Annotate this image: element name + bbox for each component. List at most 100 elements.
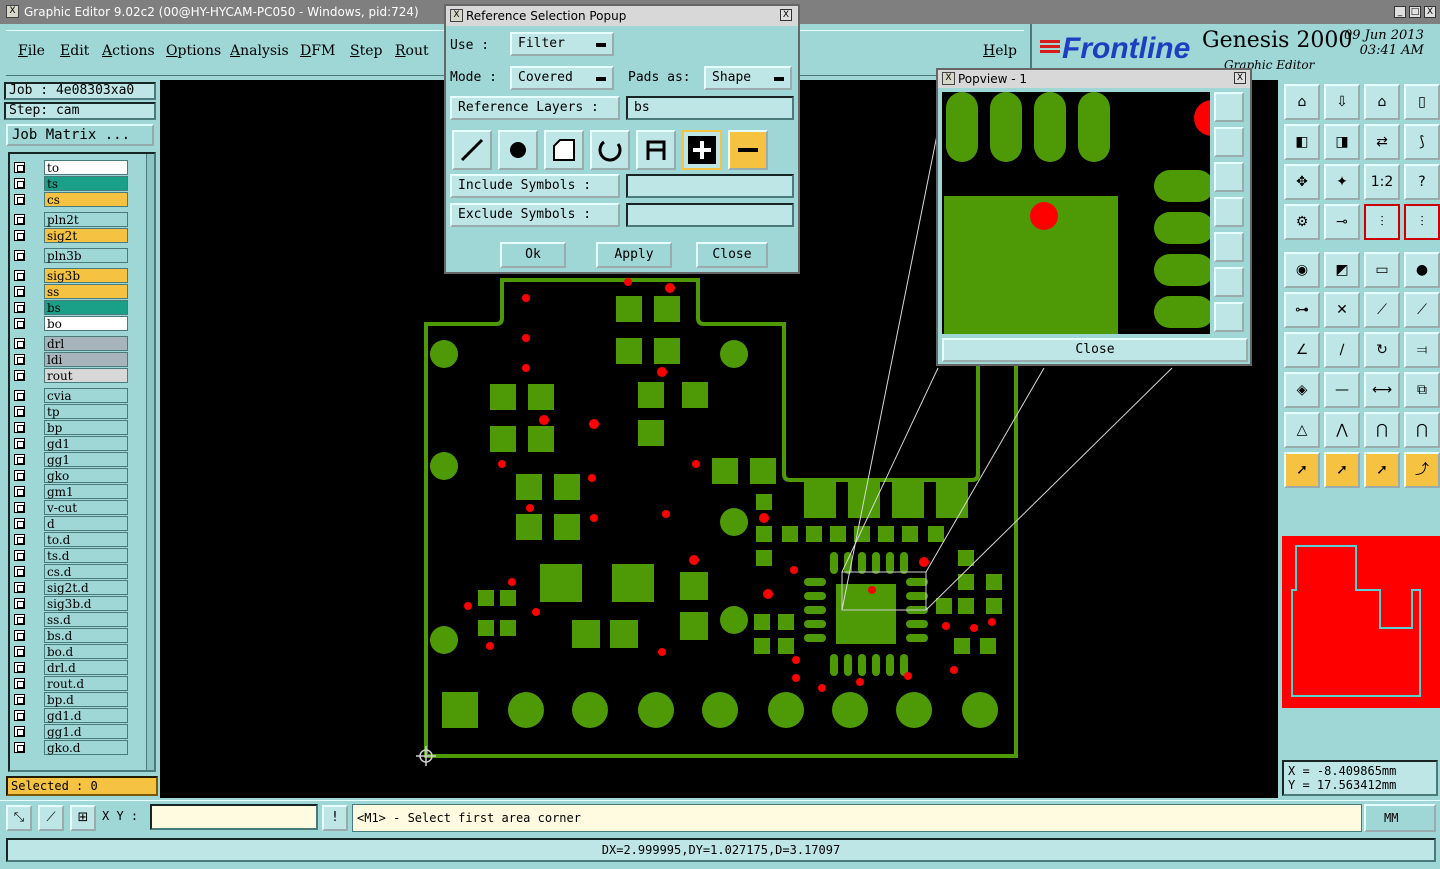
- popview-close-x[interactable]: X: [1234, 72, 1246, 84]
- layer-row[interactable]: to.d: [10, 532, 130, 547]
- save-icon[interactable]: ⇩: [1324, 84, 1360, 120]
- layer-checkbox[interactable]: [14, 286, 25, 297]
- open-icon[interactable]: ⌂: [1364, 84, 1400, 120]
- split-icon[interactable]: ⫤: [1404, 332, 1440, 368]
- layer-checkbox[interactable]: [14, 318, 25, 329]
- layer-row[interactable]: cvia: [10, 388, 130, 403]
- select-path-icon[interactable]: ⤴: [1404, 452, 1440, 488]
- zoom-center-icon[interactable]: ✦: [1324, 164, 1360, 200]
- arc-shape-icon[interactable]: [590, 130, 630, 170]
- job-matrix-button[interactable]: Job Matrix ...: [6, 124, 154, 146]
- layer-compare2-icon[interactable]: ⫶: [1404, 204, 1440, 240]
- alert-icon[interactable]: !: [322, 805, 348, 831]
- triangle-icon[interactable]: △: [1284, 412, 1320, 448]
- layer-checkbox[interactable]: [14, 502, 25, 513]
- probe-icon[interactable]: ⊸: [1324, 204, 1360, 240]
- layer-row[interactable]: tp: [10, 404, 130, 419]
- layer-checkbox[interactable]: [14, 438, 25, 449]
- layer-checkbox[interactable]: [14, 162, 25, 173]
- layer-row[interactable]: gd1.d: [10, 708, 130, 723]
- layer-checkbox[interactable]: [14, 370, 25, 381]
- popview-canvas[interactable]: [942, 92, 1210, 334]
- menu-actions[interactable]: Actions: [102, 43, 155, 59]
- text-shape-icon[interactable]: [636, 130, 676, 170]
- layer-row[interactable]: bs: [10, 300, 130, 315]
- slash-icon[interactable]: ∕: [1324, 332, 1360, 368]
- layer-checkbox[interactable]: [14, 742, 25, 753]
- negative-polarity-icon[interactable]: [728, 130, 768, 170]
- layer-checkbox[interactable]: [14, 486, 25, 497]
- pv-left-icon[interactable]: [1214, 197, 1244, 227]
- use-dropdown[interactable]: Filter: [510, 32, 614, 56]
- layer-checkbox[interactable]: [14, 582, 25, 593]
- layer-checkbox[interactable]: [14, 194, 25, 205]
- layer-checkbox[interactable]: [14, 678, 25, 689]
- layer-checkbox[interactable]: [14, 646, 25, 657]
- units-select[interactable]: MM: [1364, 804, 1436, 832]
- line-pad-icon[interactable]: ⟋: [1364, 292, 1400, 328]
- select-box-icon[interactable]: ➚: [1324, 452, 1360, 488]
- xy-input[interactable]: [150, 804, 318, 830]
- layer-row[interactable]: pln2t: [10, 212, 130, 227]
- layer-row[interactable]: ss.d: [10, 612, 130, 627]
- layer-row[interactable]: ts: [10, 176, 130, 191]
- menu-options[interactable]: Options: [166, 43, 221, 59]
- route-icon[interactable]: ⟆: [1404, 124, 1440, 160]
- menu-edit[interactable]: Edit: [60, 43, 89, 59]
- layer-row[interactable]: sig2t.d: [10, 580, 130, 595]
- layer-checkbox[interactable]: [14, 470, 25, 481]
- menu-analysis[interactable]: Analysis: [230, 43, 289, 59]
- layer-row[interactable]: cs.d: [10, 564, 130, 579]
- measure-icon[interactable]: ⟷: [1364, 372, 1400, 408]
- layer-checkbox[interactable]: [14, 422, 25, 433]
- pv-right-icon[interactable]: [1214, 232, 1244, 262]
- surface-shape-icon[interactable]: [544, 130, 584, 170]
- include-symbols-input[interactable]: [626, 174, 794, 198]
- positive-polarity-icon[interactable]: [682, 130, 722, 170]
- layer-checkbox[interactable]: [14, 270, 25, 281]
- reference-layers-button[interactable]: Reference Layers :: [450, 96, 620, 120]
- layer-row[interactable]: pln3b: [10, 248, 130, 263]
- group-icon[interactable]: ⧉: [1404, 372, 1440, 408]
- layer-row[interactable]: to: [10, 160, 130, 175]
- menu-step[interactable]: Step: [350, 43, 382, 59]
- layer-row[interactable]: v-cut: [10, 500, 130, 515]
- menu-rout[interactable]: Rout: [395, 43, 429, 59]
- layer-compare-icon[interactable]: ⫶: [1364, 204, 1400, 240]
- layer-checkbox[interactable]: [14, 550, 25, 561]
- layer-row[interactable]: sig2t: [10, 228, 130, 243]
- layer-row[interactable]: bo.d: [10, 644, 130, 659]
- help-icon[interactable]: ?: [1404, 164, 1440, 200]
- layer-checkbox[interactable]: [14, 598, 25, 609]
- layer-row[interactable]: gko: [10, 468, 130, 483]
- layer-row[interactable]: ss: [10, 284, 130, 299]
- layer-row[interactable]: bs.d: [10, 628, 130, 643]
- layer-checkbox[interactable]: [14, 710, 25, 721]
- pv-zoom-icon[interactable]: [1214, 267, 1244, 297]
- ruler-icon[interactable]: ▭: [1364, 252, 1400, 288]
- board-overview-map[interactable]: [1282, 536, 1440, 708]
- layer-row[interactable]: bp.d: [10, 692, 130, 707]
- circle-icon[interactable]: ●: [1404, 252, 1440, 288]
- select-cursor-icon[interactable]: ➚: [1364, 452, 1400, 488]
- layer-row[interactable]: drl: [10, 336, 130, 351]
- maximize-button[interactable]: □: [1409, 6, 1421, 18]
- layer-row[interactable]: drl.d: [10, 660, 130, 675]
- measure-icon[interactable]: ⟋: [38, 805, 64, 831]
- layer-list-scrollbar[interactable]: [146, 154, 154, 770]
- layer-checkbox[interactable]: [14, 230, 25, 241]
- settings-icon[interactable]: ⚙: [1284, 204, 1320, 240]
- pads-as-dropdown[interactable]: Shape: [704, 66, 792, 90]
- pv-center-icon[interactable]: [1214, 302, 1244, 332]
- popup-close-x[interactable]: X: [780, 9, 792, 21]
- popview-close-button[interactable]: Close: [942, 338, 1248, 362]
- pad-shape-icon[interactable]: [498, 130, 538, 170]
- layer-row[interactable]: gg1.d: [10, 724, 130, 739]
- zoom-fit-icon[interactable]: ✥: [1284, 164, 1320, 200]
- menu-help[interactable]: Help: [983, 43, 1017, 59]
- menu-dfm[interactable]: DFM: [300, 43, 335, 59]
- move-right-icon[interactable]: ◨: [1324, 124, 1360, 160]
- layer-checkbox[interactable]: [14, 662, 25, 673]
- layer-row[interactable]: sig3b.d: [10, 596, 130, 611]
- layer-row[interactable]: sig3b: [10, 268, 130, 283]
